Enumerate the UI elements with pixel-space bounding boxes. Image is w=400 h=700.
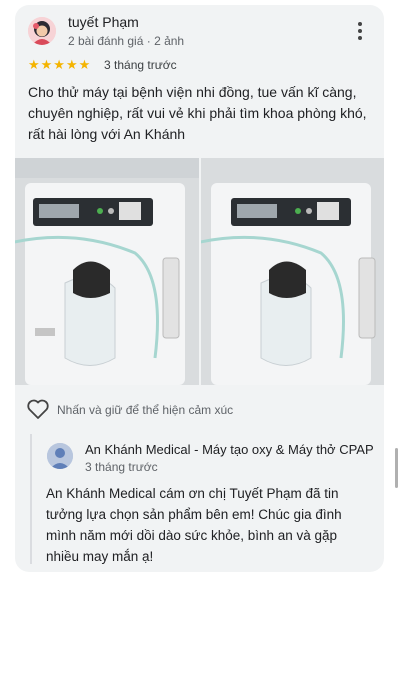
review-photo-2[interactable] bbox=[201, 158, 384, 385]
reply-divider bbox=[30, 434, 32, 564]
owner-avatar bbox=[47, 443, 73, 469]
like-hint: Nhấn và giữ để thể hiện cảm xúc bbox=[57, 403, 234, 417]
review-text: Cho thử máy tại bệnh viện nhi đồng, tue … bbox=[28, 84, 367, 142]
review-date: 3 tháng trước bbox=[104, 58, 177, 72]
heart-outline-icon[interactable] bbox=[26, 398, 50, 422]
owner-name: An Khánh Medical - Máy tạo oxy & Máy thở… bbox=[85, 442, 374, 457]
reviewer-avatar[interactable] bbox=[28, 17, 56, 45]
reviewer-meta: 2 bài đánh giá · 2 ảnh bbox=[68, 34, 185, 48]
star-rating: ★★★★★ bbox=[28, 57, 92, 72]
owner-reply-date: 3 tháng trước bbox=[85, 460, 158, 474]
more-vert-icon[interactable] bbox=[350, 20, 370, 42]
owner-reply-text: An Khánh Medical cám ơn chị Tuyết Phạm đ… bbox=[46, 486, 342, 564]
reviewer-name[interactable]: tuyết Phạm bbox=[68, 14, 139, 30]
review-photo-1[interactable] bbox=[15, 158, 199, 385]
scrollbar-thumb[interactable] bbox=[395, 448, 398, 488]
